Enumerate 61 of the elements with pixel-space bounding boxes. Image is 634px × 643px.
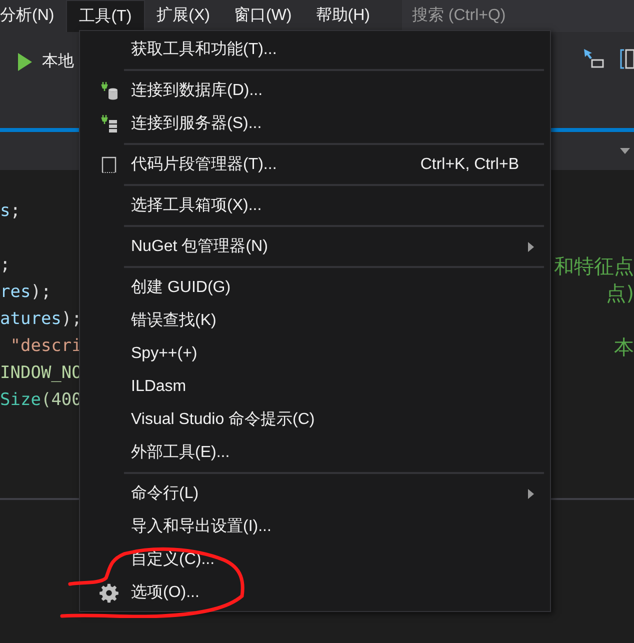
code-token: ); bbox=[30, 280, 52, 304]
menu-bar-item[interactable]: 分析(N) bbox=[0, 0, 66, 32]
menu-bar-item[interactable]: 扩展(X) bbox=[144, 0, 222, 32]
code-token: ; bbox=[0, 254, 10, 277]
menu-item-label: ILDasm bbox=[131, 376, 186, 396]
menu-item[interactable]: 连接到服务器(S)... bbox=[80, 107, 550, 140]
code-token: ; bbox=[10, 200, 20, 223]
menu-item[interactable]: 导入和导出设置(I)... bbox=[80, 510, 550, 543]
shortcut-label: Ctrl+K, Ctrl+B bbox=[420, 154, 519, 174]
code-token: s bbox=[0, 200, 10, 223]
dropdown-caret-icon[interactable] bbox=[620, 148, 630, 154]
play-icon bbox=[17, 52, 33, 72]
code-token: 本 bbox=[614, 334, 634, 360]
run-target-label[interactable]: 本地 bbox=[42, 50, 74, 74]
menu-item-label: 命令行(L) bbox=[131, 484, 199, 504]
server-plug-icon bbox=[100, 114, 118, 134]
menu-item[interactable]: 连接到数据库(D)... bbox=[80, 74, 550, 107]
menu-item-label: 选项(O)... bbox=[131, 582, 200, 602]
gear-icon bbox=[98, 582, 118, 602]
menu-item[interactable]: Visual Studio 命令提示(C) bbox=[80, 403, 550, 436]
menu-item[interactable]: 获取工具和功能(T)... bbox=[80, 33, 550, 66]
snippet-icon bbox=[100, 156, 116, 174]
code-token: INDOW_NO bbox=[0, 362, 82, 385]
menu-item-label: 连接到服务器(S)... bbox=[131, 114, 262, 134]
code-token: Size bbox=[0, 388, 41, 412]
menu-item[interactable]: 自定义(C)... bbox=[80, 543, 550, 576]
menu-item[interactable]: 命令行(L) bbox=[80, 477, 550, 510]
menu-item[interactable]: 选择工具箱项(X)... bbox=[80, 189, 550, 222]
menu-item[interactable]: ILDasm bbox=[80, 370, 550, 403]
code-token: "descri bbox=[9, 334, 82, 358]
menu-item[interactable]: 外部工具(E)... bbox=[80, 436, 550, 469]
menu-bar-item[interactable]: 工具(T) bbox=[66, 0, 145, 32]
menu-item-label: NuGet 包管理器(N) bbox=[131, 236, 268, 256]
code-token: 点) bbox=[606, 280, 634, 306]
menu-item-label: 连接到数据库(D)... bbox=[131, 80, 263, 100]
menu-bar-item[interactable]: 帮助(H) bbox=[304, 0, 382, 32]
menu-bar-item[interactable]: 窗口(W) bbox=[222, 0, 304, 32]
pointer-icon bbox=[583, 48, 605, 70]
window-icon bbox=[620, 48, 634, 70]
menu-item[interactable]: Spy++(+) bbox=[80, 337, 550, 370]
menu-item-label: 导入和导出设置(I)... bbox=[131, 516, 272, 536]
menu-item[interactable]: 创建 GUID(G) bbox=[80, 271, 550, 304]
menu-item[interactable]: 错误查找(K) bbox=[80, 304, 550, 337]
code-token: ); bbox=[61, 308, 82, 331]
menu-item-label: 自定义(C)... bbox=[131, 550, 215, 570]
menu-item[interactable]: 选项(O)... bbox=[80, 576, 550, 609]
menu-item-label: 错误查找(K) bbox=[131, 310, 216, 330]
menu-item-label: 获取工具和功能(T)... bbox=[131, 40, 277, 60]
menu-item[interactable]: 代码片段管理器(T)... Ctrl+K, Ctrl+B bbox=[80, 148, 550, 181]
menu-item-label: 外部工具(E)... bbox=[131, 442, 230, 462]
database-plug-icon bbox=[100, 80, 118, 100]
code-token: res bbox=[0, 280, 31, 304]
menu-item-label: Spy++(+) bbox=[131, 344, 198, 364]
menu-item-label: 选择工具箱项(X)... bbox=[131, 196, 262, 216]
menu-item[interactable]: NuGet 包管理器(N) bbox=[80, 230, 550, 263]
menu-item-label: 创建 GUID(G) bbox=[131, 278, 231, 298]
menu-item-label: 代码片段管理器(T)... bbox=[131, 154, 277, 174]
menu-item-label: Visual Studio 命令提示(C) bbox=[131, 410, 315, 430]
code-token: atures bbox=[0, 308, 62, 331]
search-field[interactable]: 搜索 (Ctrl+Q) bbox=[402, 0, 634, 32]
code-token: 和特征点 bbox=[554, 252, 634, 280]
